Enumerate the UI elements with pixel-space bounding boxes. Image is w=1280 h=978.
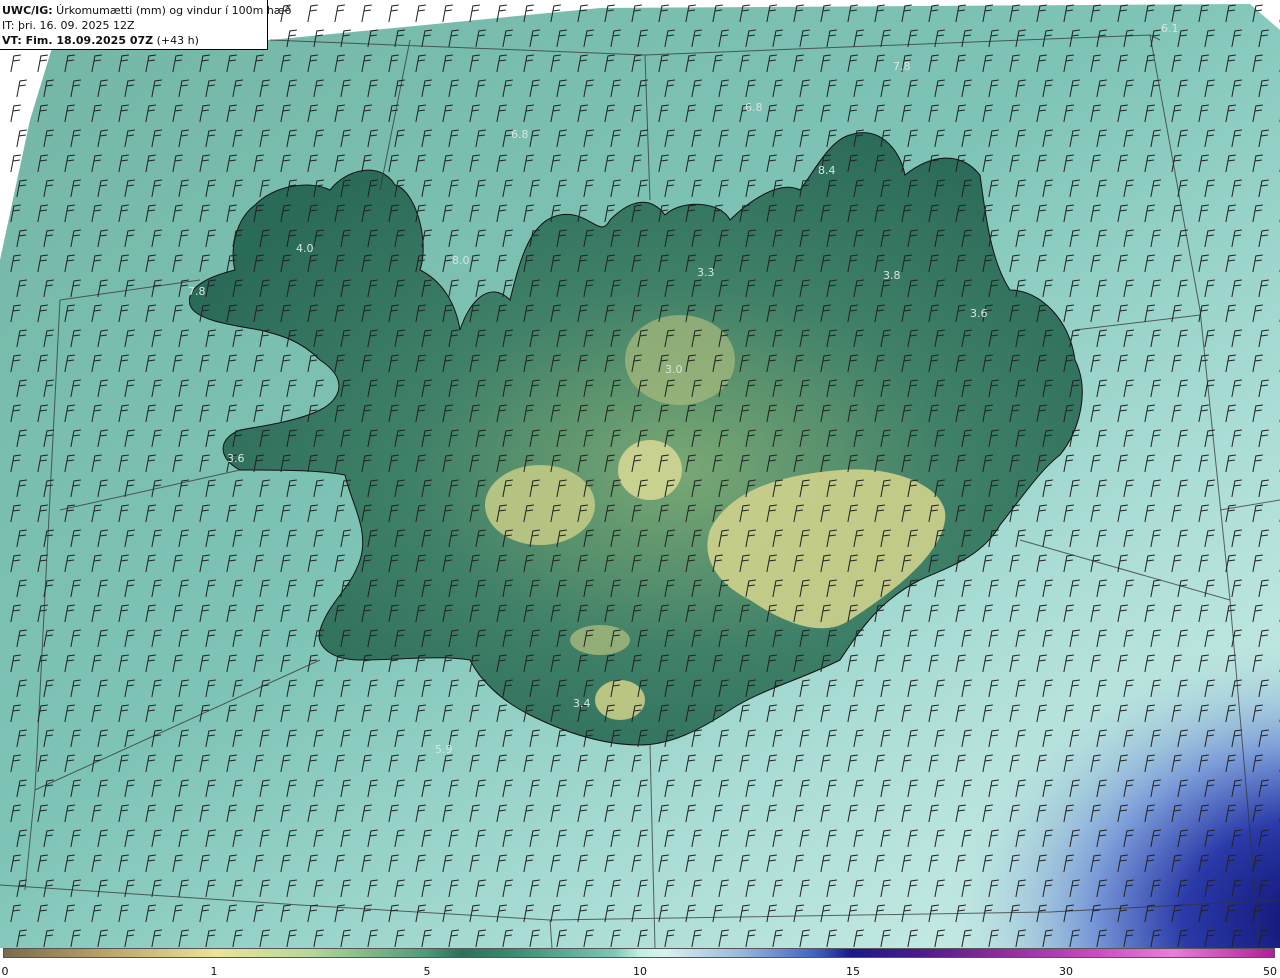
colorbar-tick: 10 bbox=[633, 965, 647, 978]
value-label: 6.8 bbox=[511, 128, 529, 141]
map-area[interactable]: 6.1 7.8 6.8 6.8 8.4 4.0 8.0 7.8 3.3 3.8 … bbox=[0, 0, 1280, 948]
precipitation-colorbar: 0 1 5 10 15 30 50 bbox=[0, 948, 1280, 978]
colorbar-gradient bbox=[3, 948, 1275, 958]
precipitation-map bbox=[0, 0, 1280, 948]
colorbar-tick: 1 bbox=[210, 965, 218, 978]
value-label: 8.0 bbox=[452, 254, 470, 267]
value-label: 3.6 bbox=[970, 307, 988, 320]
value-label: 3.0 bbox=[665, 363, 683, 376]
colorbar-tick: 30 bbox=[1059, 965, 1073, 978]
title-line-1: UWC/IG: Úrkomumætti (mm) og vindur í 100… bbox=[2, 3, 291, 18]
map-title-box: UWC/IG: Úrkomumætti (mm) og vindur í 100… bbox=[0, 0, 291, 50]
colorbar-tick: 0 bbox=[1, 965, 9, 978]
value-label: 7.8 bbox=[188, 285, 206, 298]
forecast-offset: (+43 h) bbox=[153, 34, 199, 47]
value-label: 3.6 bbox=[227, 452, 245, 465]
initial-time: IT: þri. 16. 09. 2025 12Z bbox=[2, 19, 135, 32]
value-label: 3.8 bbox=[883, 269, 901, 282]
title-line-3: VT: Fim. 18.09.2025 07Z (+43 h) bbox=[2, 33, 267, 48]
valid-time: VT: Fim. 18.09.2025 07Z bbox=[2, 34, 154, 47]
value-label: 3.4 bbox=[573, 697, 591, 710]
colorbar-tick: 15 bbox=[846, 965, 860, 978]
colorbar-tick: 5 bbox=[423, 965, 431, 978]
value-label: 3.3 bbox=[697, 266, 715, 279]
value-label: 4.0 bbox=[296, 242, 314, 255]
value-label: 6.8 bbox=[745, 101, 763, 114]
value-label: 8.4 bbox=[818, 164, 836, 177]
value-label: 5.9 bbox=[435, 743, 453, 756]
product-code: UWC/IG: bbox=[2, 4, 53, 17]
value-label: 7.8 bbox=[893, 60, 911, 73]
value-label: 6.1 bbox=[1161, 22, 1179, 35]
colorbar-tick: 50 bbox=[1263, 965, 1277, 978]
product-description: Úrkomumætti (mm) og vindur í 100m hæð bbox=[52, 4, 292, 17]
